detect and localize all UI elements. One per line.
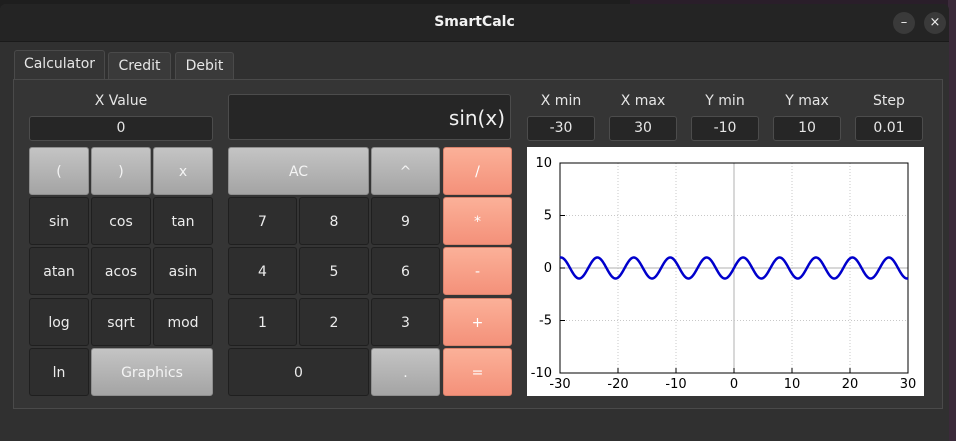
digit-9-button[interactable]: 9: [371, 197, 440, 245]
digit-3-button[interactable]: 3: [371, 298, 440, 346]
close-button[interactable]: ×: [924, 12, 946, 34]
tab-credit[interactable]: Credit: [108, 52, 171, 79]
sqrt-button[interactable]: sqrt: [91, 298, 151, 346]
function-graph[interactable]: -30 -20 -10 0 10 20 30 -10 -5 0 5 10: [527, 147, 924, 396]
minimize-button[interactable]: –: [893, 12, 915, 34]
x-tick-label: 0: [730, 377, 738, 392]
step-field[interactable]: 0.01: [855, 116, 923, 141]
asin-button[interactable]: asin: [153, 247, 213, 295]
graphics-button[interactable]: Graphics: [91, 348, 213, 396]
y-tick-label: -10: [531, 366, 552, 381]
window-title: SmartCalc: [434, 14, 515, 30]
y-max-label: Y max: [785, 93, 829, 109]
digit-2-button[interactable]: 2: [299, 298, 369, 346]
digit-0-button[interactable]: 0: [228, 348, 369, 396]
x-tick-label: -30: [549, 377, 570, 392]
x-tick-label: 10: [784, 377, 801, 392]
x-value-field[interactable]: 0: [29, 116, 213, 141]
x-max-field[interactable]: 30: [609, 116, 677, 141]
multiply-button[interactable]: *: [443, 197, 512, 245]
y-min-label: Y min: [705, 93, 745, 109]
tab-calculator[interactable]: Calculator: [14, 50, 105, 80]
open-paren-button[interactable]: (: [29, 147, 89, 195]
x-tick-label: -20: [607, 377, 628, 392]
subtract-button[interactable]: -: [443, 247, 512, 295]
tan-button[interactable]: tan: [153, 197, 213, 245]
digit-4-button[interactable]: 4: [228, 247, 297, 295]
desktop-background-right: [948, 0, 956, 441]
digit-7-button[interactable]: 7: [228, 197, 297, 245]
x-tick-label: 30: [900, 377, 917, 392]
x-max-label: X max: [620, 93, 666, 109]
x-min-field[interactable]: -30: [527, 116, 595, 141]
close-paren-button[interactable]: ): [91, 147, 151, 195]
cos-button[interactable]: cos: [91, 197, 151, 245]
y-tick-label: -5: [539, 314, 552, 329]
sin-button[interactable]: sin: [29, 197, 89, 245]
x-min-label: X min: [540, 93, 582, 109]
expression-display[interactable]: sin(x): [228, 94, 511, 140]
x-value-label: X Value: [94, 93, 148, 109]
equals-button[interactable]: =: [443, 348, 512, 396]
y-min-field[interactable]: -10: [691, 116, 759, 141]
y-max-field[interactable]: 10: [773, 116, 841, 141]
x-tick-label: -10: [665, 377, 686, 392]
x-tick-label: 20: [842, 377, 859, 392]
clear-button[interactable]: AC: [228, 147, 369, 195]
acos-button[interactable]: acos: [91, 247, 151, 295]
mod-button[interactable]: mod: [153, 298, 213, 346]
digit-1-button[interactable]: 1: [228, 298, 297, 346]
step-label: Step: [873, 93, 905, 109]
x-variable-button[interactable]: x: [153, 147, 213, 195]
digit-6-button[interactable]: 6: [371, 247, 440, 295]
digit-5-button[interactable]: 5: [299, 247, 369, 295]
add-button[interactable]: +: [443, 298, 512, 346]
divide-button[interactable]: /: [443, 147, 512, 195]
y-tick-label: 5: [544, 209, 552, 224]
atan-button[interactable]: atan: [29, 247, 89, 295]
decimal-point-button[interactable]: .: [371, 348, 440, 396]
y-tick-label: 10: [535, 156, 552, 171]
power-button[interactable]: ^: [371, 147, 440, 195]
function-graph-svg: -30 -20 -10 0 10 20 30 -10 -5 0 5 10: [531, 156, 917, 392]
ln-button[interactable]: ln: [29, 348, 89, 396]
y-tick-label: 0: [544, 261, 552, 276]
title-bar: SmartCalc – ×: [0, 4, 949, 42]
log-button[interactable]: log: [29, 298, 89, 346]
digit-8-button[interactable]: 8: [299, 197, 369, 245]
tab-debit[interactable]: Debit: [175, 52, 234, 79]
